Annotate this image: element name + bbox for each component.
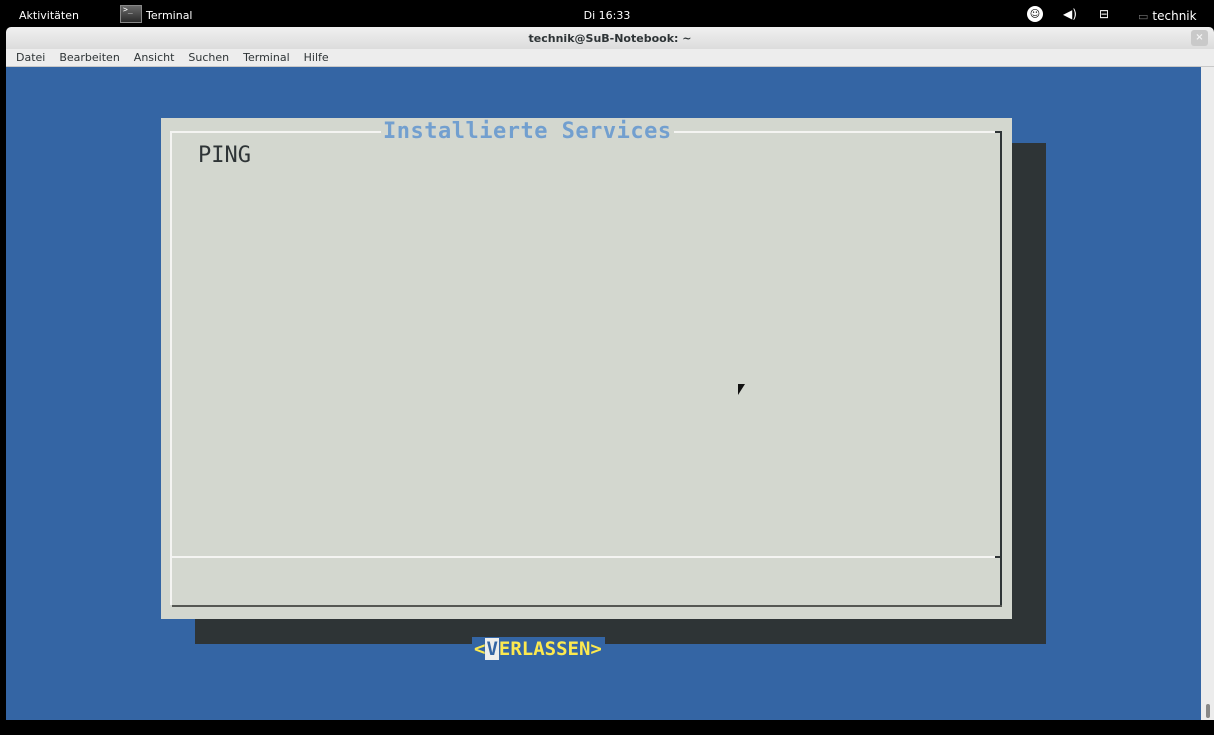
- terminal-area[interactable]: Installierte Services PING <VERLASSEN>: [6, 67, 1201, 720]
- dialog-frame-right: [1000, 131, 1002, 605]
- button-right-bracket: >: [590, 638, 602, 660]
- button-hotkey: V: [485, 638, 499, 660]
- window-title: technik@SuB-Notebook: ~: [528, 32, 692, 45]
- terminal-icon: >_: [120, 5, 142, 23]
- window-titlebar[interactable]: technik@SuB-Notebook: ~ ×: [6, 27, 1214, 49]
- list-item[interactable]: PING: [198, 143, 251, 168]
- user-menu[interactable]: ▭ technik: [1138, 8, 1197, 24]
- menu-datei[interactable]: Datei: [16, 51, 45, 64]
- volume-icon[interactable]: ◀): [1060, 6, 1080, 22]
- clock[interactable]: Di 16:33: [584, 9, 631, 22]
- menu-suchen[interactable]: Suchen: [188, 51, 229, 64]
- dialog-frame-corner: [995, 131, 1002, 133]
- gnome-top-bar: Aktivitäten >_ Terminal Di 16:33 ☺ ◀) ⊟ …: [0, 0, 1214, 27]
- dialog-frame-bottom: [172, 605, 1002, 607]
- close-window-button[interactable]: ×: [1191, 30, 1208, 46]
- button-left-bracket: <: [474, 638, 486, 660]
- menu-terminal[interactable]: Terminal: [243, 51, 290, 64]
- app-menu-label: Terminal: [146, 8, 193, 22]
- button-label: ERLASSEN: [498, 638, 591, 660]
- dialog-separator-corner: [995, 556, 1002, 558]
- menu-hilfe[interactable]: Hilfe: [304, 51, 329, 64]
- activities-button[interactable]: Aktivitäten: [19, 9, 79, 22]
- user-name: technik: [1152, 9, 1197, 23]
- terminal-scrollbar[interactable]: [1201, 67, 1214, 720]
- network-icon[interactable]: ⊟: [1095, 6, 1113, 22]
- verlassen-button[interactable]: <VERLASSEN>: [472, 637, 605, 661]
- menubar: Datei Bearbeiten Ansicht Suchen Terminal…: [6, 49, 1214, 67]
- services-dialog: Installierte Services PING <VERLASSEN>: [161, 118, 1012, 661]
- mouse-pointer-icon: [738, 384, 745, 395]
- chat-icon: ▭: [1138, 9, 1149, 23]
- menu-bearbeiten[interactable]: Bearbeiten: [59, 51, 119, 64]
- app-menu[interactable]: >_ Terminal: [120, 4, 193, 24]
- dialog-separator: [170, 556, 1002, 558]
- bottom-strip: [0, 720, 1214, 735]
- scrollbar-thumb[interactable]: [1206, 704, 1210, 718]
- dialog-frame-left: [170, 131, 172, 605]
- dialog-title: Installierte Services: [381, 119, 674, 144]
- menu-ansicht[interactable]: Ansicht: [134, 51, 175, 64]
- accessibility-icon[interactable]: ☺: [1027, 6, 1043, 22]
